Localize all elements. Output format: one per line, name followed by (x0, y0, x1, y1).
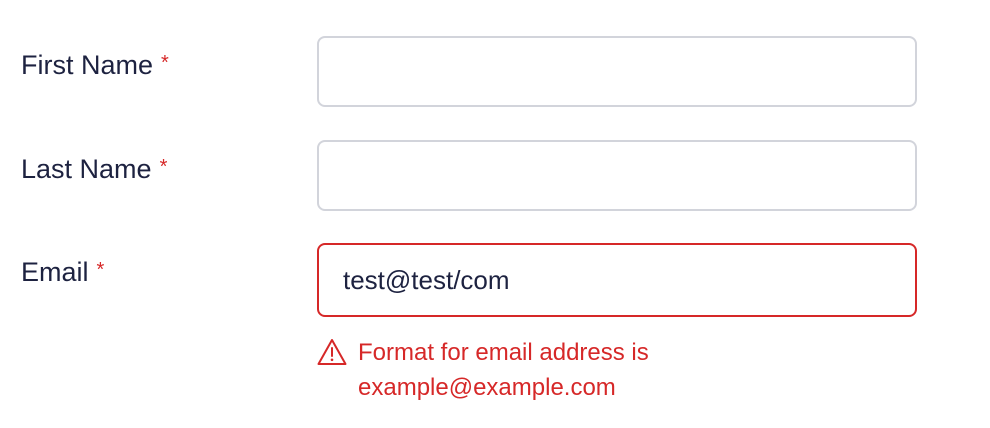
contact-form: First Name * Last Name * Email * Format for… (0, 0, 990, 428)
required-marker: * (96, 259, 105, 281)
required-marker: * (159, 156, 168, 178)
email-label-text: Email (21, 257, 89, 287)
first-name-label-text: First Name (21, 50, 154, 80)
first-name-label: First Name * (21, 48, 169, 82)
last-name-input[interactable] (317, 140, 917, 211)
required-marker: * (161, 52, 169, 74)
last-name-label: Last Name * (21, 152, 167, 186)
email-input[interactable] (317, 243, 917, 317)
last-name-label-text: Last Name (21, 154, 152, 184)
warning-triangle-icon (317, 339, 347, 365)
email-error-text: Format for email address is example@exam… (358, 339, 649, 401)
email-label: Email * (21, 255, 104, 289)
first-name-input[interactable] (317, 36, 917, 107)
